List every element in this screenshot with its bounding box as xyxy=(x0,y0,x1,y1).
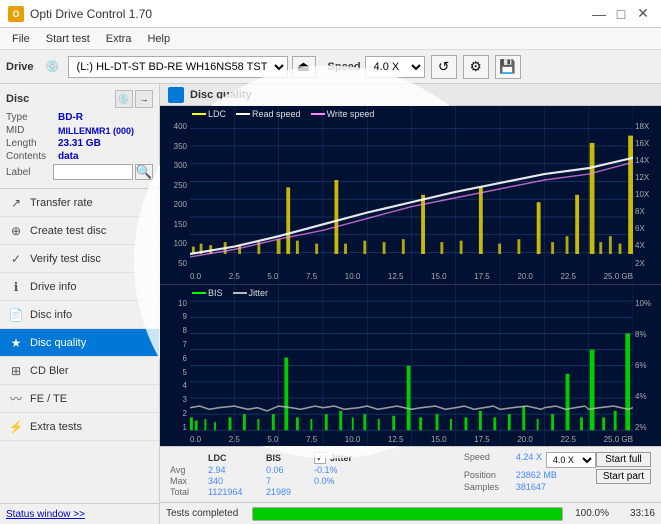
y-right-8pct: 8% xyxy=(633,330,661,339)
legend-read-speed: Read speed xyxy=(252,109,301,119)
y-top-200: 200 xyxy=(160,200,190,209)
y-bot-1: 1 xyxy=(160,423,190,432)
y-right-10pct: 10% xyxy=(633,299,661,308)
y-top-400: 400 xyxy=(160,122,190,131)
x-bot-5: 5.0 xyxy=(267,435,278,444)
x-top-20: 20.0 xyxy=(517,272,533,281)
chart-top: LDC Read speed Write speed 400 350 30 xyxy=(160,106,661,285)
y-right-14x: 14X xyxy=(633,156,661,165)
y-right-4x: 4X xyxy=(633,241,661,250)
x-bot-20: 20.0 xyxy=(517,435,533,444)
x-top-12.5: 12.5 xyxy=(388,272,404,281)
x-top-5: 5.0 xyxy=(267,272,278,281)
y-right-4pct: 4% xyxy=(633,392,661,401)
content-area: Disc quality LDC Read speed xyxy=(160,84,661,524)
y-right-18x: 18X xyxy=(633,122,661,131)
bottom-chart-svg xyxy=(190,285,633,446)
x-top-2.5: 2.5 xyxy=(229,272,240,281)
y-right-8x: 8X xyxy=(633,207,661,216)
y-right-6pct: 6% xyxy=(633,361,661,370)
x-top-15: 15.0 xyxy=(431,272,447,281)
disc-quality-header-icon xyxy=(168,87,184,103)
x-top-17.5: 17.5 xyxy=(474,272,490,281)
x-bot-2.5: 2.5 xyxy=(229,435,240,444)
y-right-2x: 2X xyxy=(633,259,661,268)
y-right-16x: 16X xyxy=(633,139,661,148)
chart-bottom: BIS Jitter 10 9 8 7 6 5 4 xyxy=(160,285,661,446)
x-bot-0: 0.0 xyxy=(190,435,201,444)
y-top-300: 300 xyxy=(160,161,190,170)
y-bot-9: 9 xyxy=(160,312,190,321)
y-bot-5: 5 xyxy=(160,368,190,377)
y-right-2pct: 2% xyxy=(633,423,661,432)
disc-quality-header: Disc quality xyxy=(160,84,661,106)
y-bot-8: 8 xyxy=(160,326,190,335)
x-bot-25: 25.0 GB xyxy=(604,435,633,444)
y-top-50: 50 xyxy=(160,259,190,268)
y-top-250: 250 xyxy=(160,181,190,190)
x-bot-22.5: 22.5 xyxy=(560,435,576,444)
x-top-25: 25.0 GB xyxy=(604,272,633,281)
x-top-10: 10.0 xyxy=(345,272,361,281)
charts-area: LDC Read speed Write speed 400 350 30 xyxy=(160,106,661,446)
y-bot-10: 10 xyxy=(160,299,190,308)
y-right-12x: 12X xyxy=(633,173,661,182)
x-top-0: 0.0 xyxy=(190,272,201,281)
x-bot-12.5: 12.5 xyxy=(388,435,404,444)
y-bot-6: 6 xyxy=(160,354,190,363)
y-top-150: 150 xyxy=(160,220,190,229)
y-bot-7: 7 xyxy=(160,340,190,349)
main-layout: Disc 💿 → Type BD-R MID MILLENMR1 (000) L… xyxy=(0,84,661,524)
y-right-6x: 6X xyxy=(633,224,661,233)
legend-jitter: Jitter xyxy=(249,288,269,298)
legend-bis: BIS xyxy=(208,288,223,298)
top-chart-svg xyxy=(190,106,633,284)
y-bot-4: 4 xyxy=(160,381,190,390)
y-bot-3: 3 xyxy=(160,395,190,404)
y-top-350: 350 xyxy=(160,142,190,151)
x-top-7.5: 7.5 xyxy=(306,272,317,281)
x-top-22.5: 22.5 xyxy=(560,272,576,281)
y-bot-2: 2 xyxy=(160,409,190,418)
y-top-100: 100 xyxy=(160,239,190,248)
x-bot-15: 15.0 xyxy=(431,435,447,444)
x-bot-17.5: 17.5 xyxy=(474,435,490,444)
legend-ldc: LDC xyxy=(208,109,226,119)
x-bot-7.5: 7.5 xyxy=(306,435,317,444)
legend-write-speed: Write speed xyxy=(327,109,375,119)
y-right-10x: 10X xyxy=(633,190,661,199)
x-bot-10: 10.0 xyxy=(345,435,361,444)
